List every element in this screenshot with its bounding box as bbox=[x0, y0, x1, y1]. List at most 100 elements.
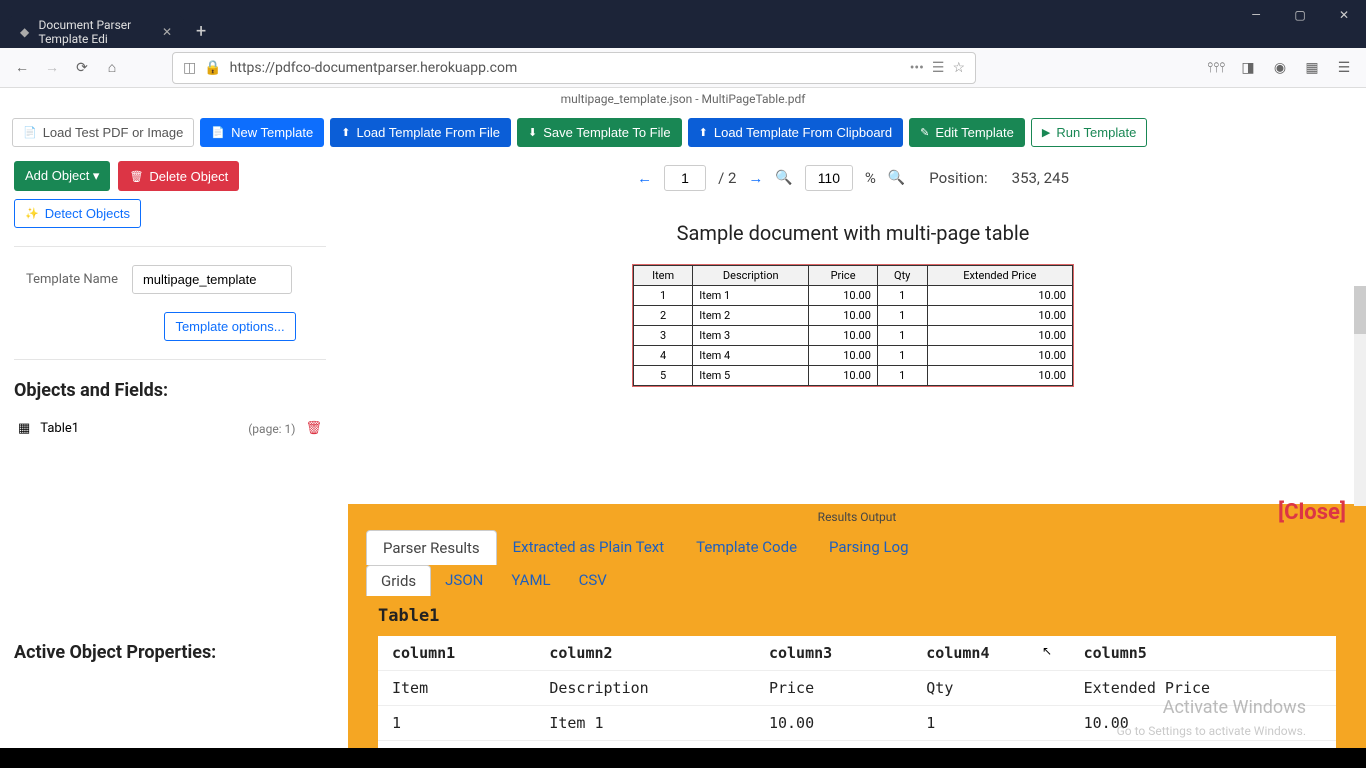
table-row: 1Item 110.00110.00 bbox=[634, 286, 1073, 306]
zoom-out-icon[interactable]: 🔍 bbox=[775, 170, 792, 186]
url-input[interactable]: ◫ 🔒 https://pdfco-documentparser.herokua… bbox=[172, 52, 976, 84]
tab-grids[interactable]: Grids bbox=[366, 565, 431, 596]
pdf-toolbar: ← / 2 → 🔍 % 🔍 Position: 353, 245 bbox=[340, 155, 1366, 201]
scrollbar-thumb[interactable] bbox=[1354, 286, 1366, 334]
results-table: column1column2column3column4column5 Item… bbox=[378, 636, 1336, 748]
table-icon: ▦ bbox=[18, 421, 30, 436]
result-th: column4 bbox=[912, 636, 1069, 671]
results-header: Results Output [Close] bbox=[348, 504, 1366, 530]
play-icon: ▶ bbox=[1042, 126, 1050, 139]
app-area: multipage_template.json - MultiPageTable… bbox=[0, 88, 1366, 748]
template-options-button[interactable]: Template options... bbox=[164, 312, 295, 341]
pdf-sample-table: ItemDescriptionPriceQtyExtended Price 1I… bbox=[633, 265, 1073, 386]
tab-parsing-log[interactable]: Parsing Log bbox=[813, 530, 925, 565]
zoom-pct-label: % bbox=[865, 169, 876, 187]
file-icon: 📄 bbox=[211, 126, 225, 139]
add-object-button[interactable]: Add Object ▾ bbox=[14, 161, 110, 191]
upload-icon: ⬆ bbox=[341, 126, 350, 139]
detect-objects-button[interactable]: ✨Detect Objects bbox=[14, 199, 141, 228]
edit-template-button[interactable]: ✎Edit Template bbox=[909, 118, 1025, 147]
page-total-label: / 2 bbox=[718, 169, 736, 187]
table-row: 2Item 210.00110.00 bbox=[378, 741, 1336, 749]
save-template-button[interactable]: ⬇Save Template To File bbox=[517, 118, 682, 147]
pdf-title: Sample document with multi-page table bbox=[633, 221, 1073, 245]
account-icon[interactable]: ◉ bbox=[1270, 60, 1290, 76]
lock-icon: 🔒 bbox=[204, 60, 221, 76]
tab-json[interactable]: JSON bbox=[431, 565, 497, 596]
minimize-icon[interactable]: — bbox=[1234, 0, 1278, 30]
tab-template-code[interactable]: Template Code bbox=[680, 530, 813, 565]
tab-yaml[interactable]: YAML bbox=[497, 565, 564, 596]
next-page-icon[interactable]: → bbox=[748, 169, 763, 187]
object-name: Table1 bbox=[40, 421, 79, 436]
template-name-label: Template Name bbox=[26, 272, 118, 287]
active-object-properties-header: Active Object Properties: bbox=[14, 642, 326, 663]
trash-icon: 🗑 bbox=[129, 170, 143, 183]
table-row: 5Item 510.00110.00 bbox=[634, 366, 1073, 386]
scrollbar[interactable] bbox=[1354, 286, 1366, 506]
results-tabs-primary: Parser Results Extracted as Plain Text T… bbox=[348, 530, 1366, 565]
url-text: https://pdfco-documentparser.herokuapp.c… bbox=[230, 60, 902, 76]
pdf-th: Extended Price bbox=[927, 266, 1073, 286]
load-template-file-button[interactable]: ⬆Load Template From File bbox=[330, 118, 511, 147]
edit-icon: ✎ bbox=[920, 126, 929, 139]
result-th: column1 bbox=[378, 636, 535, 671]
bookmark-icon[interactable]: ☆ bbox=[952, 60, 965, 76]
run-template-button[interactable]: ▶Run Template bbox=[1031, 118, 1147, 147]
pdf-th: Price bbox=[809, 266, 878, 286]
tab-parser-results[interactable]: Parser Results bbox=[366, 530, 497, 565]
new-template-button[interactable]: 📄New Template bbox=[200, 118, 324, 147]
table-row: 1Item 110.00110.00 bbox=[378, 706, 1336, 741]
browser-chrome: ◆ Document Parser Template Edi ✕ + — ▢ ✕ bbox=[0, 0, 1366, 48]
download-icon: ⬇ bbox=[528, 126, 537, 139]
grid-icon[interactable]: ▦ bbox=[1302, 60, 1322, 76]
position-label: Position: bbox=[929, 169, 987, 187]
library-icon[interactable]: ⫯⫯⫯ bbox=[1206, 60, 1226, 76]
new-tab-button[interactable]: + bbox=[196, 21, 206, 42]
delete-object-icon[interactable]: 🗑 bbox=[305, 421, 322, 436]
left-panel: Add Object ▾ 🗑Delete Object ✨Detect Obje… bbox=[0, 155, 340, 735]
pdf-document: Sample document with multi-page table It… bbox=[593, 201, 1113, 386]
tab-extracted-text[interactable]: Extracted as Plain Text bbox=[497, 530, 681, 565]
browser-tab[interactable]: ◆ Document Parser Template Edi ✕ bbox=[8, 16, 184, 48]
result-th: column3 bbox=[755, 636, 912, 671]
maximize-icon[interactable]: ▢ bbox=[1278, 0, 1322, 30]
results-body[interactable]: Table1 column1column2column3column4colum… bbox=[348, 596, 1366, 748]
pdf-th: Item bbox=[634, 266, 693, 286]
close-icon[interactable]: ✕ bbox=[1322, 0, 1366, 30]
reload-icon[interactable]: ⟳ bbox=[72, 60, 92, 76]
zoom-value-input[interactable] bbox=[805, 165, 853, 191]
table-row: ItemDescriptionPriceQtyExtended Price bbox=[378, 671, 1336, 706]
table-row: 4Item 410.00110.00 bbox=[634, 346, 1073, 366]
file-label: multipage_template.json - MultiPageTable… bbox=[0, 88, 1366, 110]
tab-csv[interactable]: CSV bbox=[565, 565, 621, 596]
delete-object-button[interactable]: 🗑Delete Object bbox=[118, 161, 239, 191]
object-item-table1[interactable]: ▦ Table1 (page: 1) 🗑 bbox=[14, 415, 326, 442]
page-number-input[interactable] bbox=[664, 165, 706, 191]
template-name-input[interactable] bbox=[132, 265, 292, 294]
back-icon[interactable]: ← bbox=[12, 59, 32, 76]
reader-icon[interactable]: ☰ bbox=[932, 60, 945, 76]
forward-icon[interactable]: → bbox=[42, 59, 62, 76]
results-tabs-secondary: Grids JSON YAML CSV bbox=[348, 565, 1366, 596]
prev-page-icon[interactable]: ← bbox=[637, 169, 652, 187]
close-tab-icon[interactable]: ✕ bbox=[162, 25, 172, 39]
more-actions-icon[interactable]: ••• bbox=[910, 60, 924, 76]
menu-icon[interactable]: ☰ bbox=[1334, 60, 1354, 76]
object-page: (page: 1) bbox=[248, 422, 295, 436]
pdf-th: Qty bbox=[877, 266, 927, 286]
upload-icon: ⬆ bbox=[699, 126, 708, 139]
tab-favicon: ◆ bbox=[20, 25, 30, 39]
table-row: 3Item 310.00110.00 bbox=[634, 326, 1073, 346]
window-controls: — ▢ ✕ bbox=[1234, 0, 1366, 30]
load-test-pdf-button[interactable]: 📄Load Test PDF or Image bbox=[12, 118, 194, 147]
position-value: 353, 245 bbox=[1012, 169, 1069, 187]
result-table-name: Table1 bbox=[378, 606, 1336, 626]
home-icon[interactable]: ⌂ bbox=[102, 59, 122, 76]
zoom-in-icon[interactable]: 🔍 bbox=[888, 170, 905, 186]
sidebar-icon[interactable]: ◨ bbox=[1238, 60, 1258, 76]
load-clipboard-button[interactable]: ⬆Load Template From Clipboard bbox=[688, 118, 903, 147]
close-results-button[interactable]: [Close] bbox=[1278, 500, 1346, 525]
result-th: column2 bbox=[535, 636, 755, 671]
tab-title: Document Parser Template Edi bbox=[38, 18, 161, 46]
